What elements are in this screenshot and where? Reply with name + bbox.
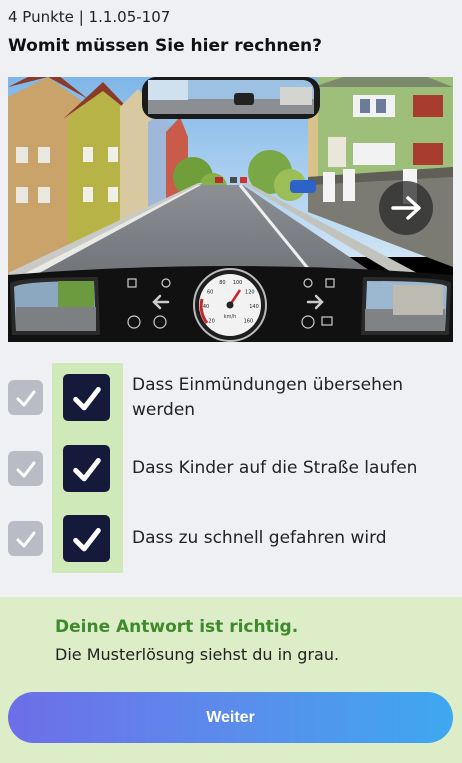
check-icon <box>72 386 101 410</box>
check-icon <box>72 527 101 551</box>
question-meta: 4 Punkte | 1.1.05-107 <box>8 8 170 26</box>
speed-tick-label: 40 <box>203 304 209 310</box>
check-icon <box>16 531 35 547</box>
driving-scene-image: 20 40 60 80 100 120 140 160 km/h <box>8 77 453 342</box>
result-title: Deine Antwort ist richtig. <box>55 617 299 637</box>
speed-tick-label: 20 <box>208 318 214 324</box>
result-subtitle: Die Musterlösung siehst du in grau. <box>55 645 340 664</box>
solution-checkbox <box>8 380 43 415</box>
speed-tick-label: 60 <box>207 290 213 296</box>
answer-checkbox[interactable] <box>63 445 110 492</box>
answer-text: Dass zu schnell gefahren wird <box>132 528 387 548</box>
speed-tick-label: 100 <box>233 280 243 286</box>
answer-row[interactable]: Dass Kinder auf die Straße laufen <box>0 438 462 498</box>
speed-tick-label: 140 <box>249 304 259 310</box>
speed-tick-label: 160 <box>244 318 254 324</box>
answer-row[interactable]: Dass zu schnell gefahren wird <box>0 508 462 568</box>
speed-tick-label: 120 <box>245 290 255 296</box>
check-icon <box>72 457 101 481</box>
solution-checkbox <box>8 451 43 486</box>
check-icon <box>16 390 35 406</box>
next-button[interactable]: Weiter <box>8 692 453 743</box>
question-code: 1.1.05-107 <box>88 8 171 26</box>
answer-text: Dass Kinder auf die Straße laufen <box>132 458 418 478</box>
points-label: 4 Punkte <box>8 8 74 26</box>
solution-checkbox <box>8 521 43 556</box>
speed-unit: km/h <box>224 314 237 320</box>
answer-checkbox[interactable] <box>63 515 110 562</box>
answer-checkbox[interactable] <box>63 374 110 421</box>
answer-text: Dass Einmündungen übersehen werden <box>132 375 404 420</box>
question-title: Womit müssen Sie hier rechnen? <box>8 36 322 56</box>
speed-tick-label: 80 <box>219 280 225 286</box>
answer-row[interactable]: Dass Einmündungen übersehen werden <box>0 367 462 427</box>
meta-separator: | <box>78 8 84 26</box>
check-icon <box>16 461 35 477</box>
